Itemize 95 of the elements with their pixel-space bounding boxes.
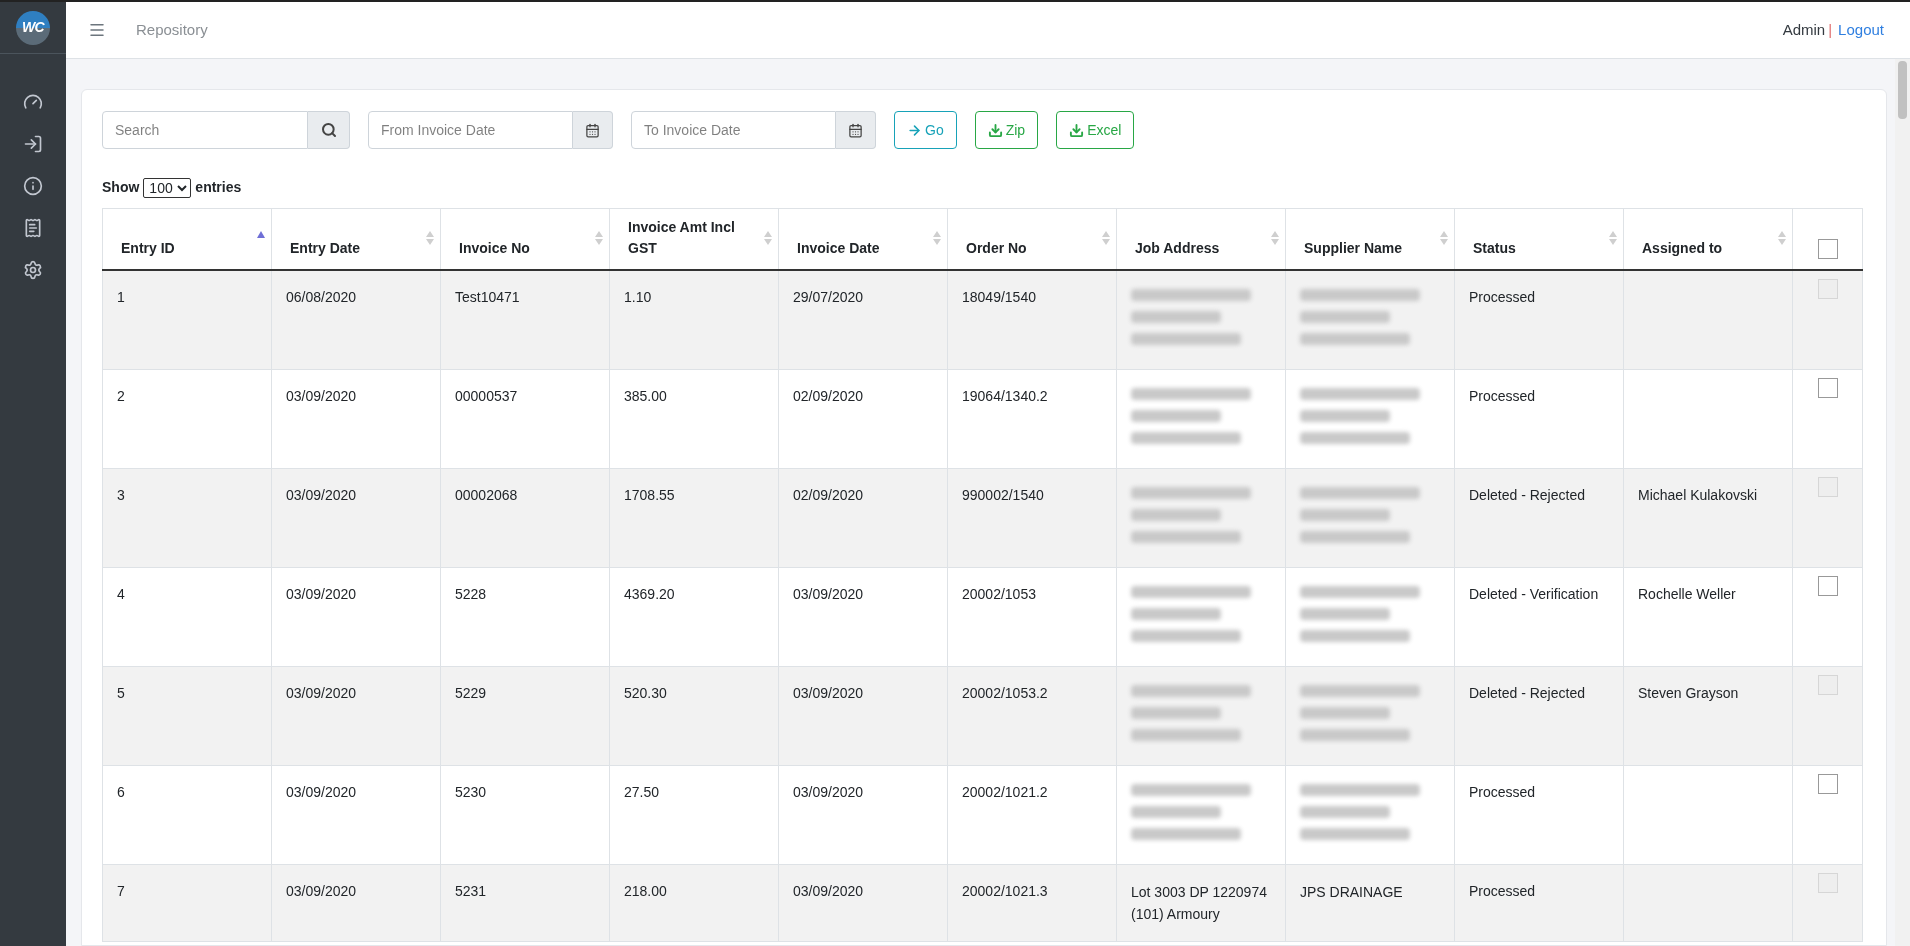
sort-icon[interactable] [1778,231,1786,245]
info-icon[interactable] [23,176,43,196]
download-icon [1069,122,1085,138]
download-icon [987,122,1003,138]
scrollbar[interactable] [1895,59,1910,946]
table-cell: Lot 3003 DP 1220974 (101) Armoury [1116,864,1286,942]
sort-icon[interactable] [1440,231,1448,245]
sort-icon[interactable] [933,231,941,245]
table-cell: Deleted - Verification [1454,567,1624,667]
menu-icon[interactable] [88,21,106,39]
table-cell: 02/09/2020 [778,369,948,469]
entries-label: entries [195,178,242,197]
table-cell: 990002/1540 [947,468,1117,568]
table-cell: Processed [1454,270,1624,370]
sort-icon[interactable] [1102,231,1110,245]
table-cell: 03/09/2020 [271,567,441,667]
calendar-button[interactable] [836,111,876,149]
table-cell: 5228 [440,567,610,667]
calendar-button[interactable] [573,111,613,149]
table-cell: 03/09/2020 [271,369,441,469]
table-cell: 06/08/2020 [271,270,441,370]
page-title: Repository [136,19,208,40]
arrow-right-icon [907,122,922,138]
table-cell: 27.50 [609,765,779,865]
receipt-icon[interactable] [23,218,43,238]
table-cell: 5231 [440,864,610,942]
table-cell: 29/07/2020 [778,270,948,370]
table-cell: Michael Kulakovski [1623,468,1793,568]
table-cell: 03/09/2020 [271,666,441,766]
table-cell: Deleted - Rejected [1454,468,1624,568]
import-icon[interactable] [23,134,43,154]
calendar-icon [848,122,863,138]
table-cell: Steven Grayson [1623,666,1793,766]
table-cell: Processed [1454,864,1624,942]
table-cell: 20002/1053.2 [947,666,1117,766]
table-cell: 218.00 [609,864,779,942]
sort-icon[interactable] [1609,231,1617,245]
sort-icon[interactable] [595,231,603,245]
table-cell: 5 [102,666,272,766]
sort-icon[interactable] [426,231,434,245]
row-checkbox[interactable] [1817,774,1838,794]
select-all-checkbox[interactable] [1817,239,1838,259]
table-cell: 20002/1021.2 [947,765,1117,865]
table-cell: 03/09/2020 [271,468,441,568]
table-cell: 00000537 [440,369,610,469]
sort-icon[interactable] [764,231,772,245]
table-cell: Rochelle Weller [1623,567,1793,667]
table-cell: 385.00 [609,369,779,469]
calendar-icon [585,122,600,138]
table-cell: 5230 [440,765,610,865]
table-cell: 03/09/2020 [271,765,441,865]
table-cell: 2 [102,369,272,469]
table-cell: 3 [102,468,272,568]
search-icon [320,122,337,138]
table-cell: 03/09/2020 [778,666,948,766]
show-label: Show [102,178,140,197]
search-field[interactable]: Search [102,111,308,149]
table-cell: 4 [102,567,272,667]
date-field[interactable]: To Invoice Date [631,111,836,149]
separator: | [1828,19,1833,40]
sort-icon[interactable] [1271,231,1279,245]
sort-ascending-icon[interactable] [257,231,265,238]
entries-select[interactable]: 100 [143,177,192,198]
date-field[interactable]: From Invoice Date [368,111,573,149]
table-cell: 20002/1021.3 [947,864,1117,942]
logout-link[interactable]: Logout [1838,18,1884,42]
row-checkbox[interactable] [1817,378,1838,398]
table-cell: 520.30 [609,666,779,766]
table-cell: 00002068 [440,468,610,568]
table-cell: 1 [102,270,272,370]
table-cell: 03/09/2020 [271,864,441,942]
table-cell: 03/09/2020 [778,864,948,942]
search-button[interactable] [308,111,350,149]
table-cell: Test10471 [440,270,610,370]
table-cell: 4369.20 [609,567,779,667]
table-cell: Processed [1454,765,1624,865]
table-cell: 20002/1053 [947,567,1117,667]
table-cell: 7 [102,864,272,942]
table-cell: 1708.55 [609,468,779,568]
row-checkbox[interactable] [1817,576,1838,596]
table-cell: 5229 [440,666,610,766]
table-cell: Deleted - Rejected [1454,666,1624,766]
table-cell: 19064/1340.2 [947,369,1117,469]
logo[interactable]: WC [16,10,50,45]
table-cell: 02/09/2020 [778,468,948,568]
table-cell: 1.10 [609,270,779,370]
gauge-icon[interactable] [23,92,43,112]
table-cell: 03/09/2020 [778,765,948,865]
table-cell: 18049/1540 [947,270,1117,370]
user-name: Admin [1782,19,1826,40]
table-cell: Processed [1454,369,1624,469]
table-cell: 03/09/2020 [778,567,948,667]
table-cell: JPS DRAINAGE [1285,864,1455,942]
settings-icon[interactable] [23,260,43,280]
table-cell: 6 [102,765,272,865]
